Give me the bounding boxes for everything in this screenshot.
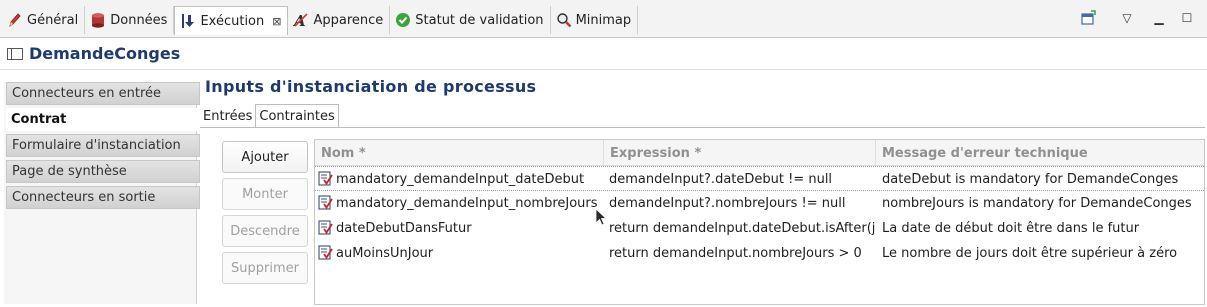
- view-menu-icon[interactable]: ▽: [1117, 8, 1137, 28]
- minimize-icon[interactable]: ▁: [1149, 8, 1169, 28]
- constraint-expression: demandeInput?.nombreJours != null: [609, 196, 846, 211]
- subtab-divider: [200, 127, 1205, 128]
- constraint-expression: demandeInput?.dateDebut != null: [609, 172, 833, 187]
- nav-item-connecteurs-sortie[interactable]: Connecteurs en sortie: [6, 186, 200, 209]
- download-arrow-icon: [180, 13, 196, 29]
- section-heading: Inputs d'instanciation de processus: [205, 77, 537, 96]
- tab-minimap[interactable]: Minimap: [551, 6, 639, 34]
- section-title-bar: DemandeConges: [0, 38, 1207, 70]
- tab-contraintes[interactable]: Contraintes: [255, 104, 339, 128]
- constraint-name: mandatory_demandeInput_dateDebut: [336, 172, 585, 187]
- constraint-name: dateDebutDansFutur: [336, 221, 472, 236]
- tab-apparence[interactable]: A Apparence: [288, 6, 391, 34]
- tab-general[interactable]: Général: [2, 6, 86, 34]
- column-header-nom[interactable]: Nom *: [315, 140, 604, 166]
- close-tab-icon[interactable]: ⊠: [272, 15, 281, 28]
- column-header-expression[interactable]: Expression *: [604, 140, 876, 166]
- mouse-cursor-icon: [595, 208, 607, 226]
- maximize-icon[interactable]: ☐: [1177, 8, 1197, 28]
- constraint-name: auMoinsUnJour: [336, 246, 434, 261]
- table-row[interactable]: dateDebutDansFutur return demandeInput.d…: [315, 216, 1204, 241]
- move-up-button[interactable]: Monter: [222, 178, 308, 210]
- database-icon: [90, 12, 106, 28]
- tab-minimap-label: Minimap: [575, 12, 632, 28]
- font-a-icon: A: [292, 12, 309, 30]
- tab-statut-validation[interactable]: Statut de validation: [390, 6, 551, 34]
- nav-item-connecteurs-entree[interactable]: Connecteurs en entrée: [6, 82, 200, 105]
- constraint-name: mandatory_demandeInput_nombreJours: [336, 196, 598, 211]
- constraint-icon: [318, 171, 333, 186]
- tab-execution[interactable]: Exécution ⊠: [174, 6, 289, 35]
- table-row[interactable]: auMoinsUnJour return demandeInput.nombre…: [315, 241, 1204, 266]
- move-down-button[interactable]: Descendre: [222, 215, 308, 247]
- column-header-message[interactable]: Message d'erreur technique: [876, 140, 1204, 166]
- left-navigation: Connecteurs en entrée Contrat Formulaire…: [4, 82, 200, 304]
- constraint-message: dateDebut is mandatory for DemandeConges: [882, 172, 1179, 187]
- delete-button[interactable]: Supprimer: [222, 252, 308, 284]
- check-circle-icon: [395, 12, 411, 28]
- constraint-message: nombreJours is mandatory for DemandeCong…: [882, 196, 1192, 211]
- constraint-icon: [318, 245, 333, 260]
- tab-donnees[interactable]: Données: [85, 6, 175, 34]
- constraint-expression: return demandeInput.nombreJours > 0: [609, 246, 862, 261]
- contract-subtabs: Entrées Contraintes: [200, 104, 339, 128]
- tab-statut-validation-label: Statut de validation: [415, 12, 544, 28]
- editor-tab-bar: Général Données Exécution ⊠ A Apparence: [0, 0, 1207, 38]
- constraints-table: Nom * Expression * Message d'erreur tech…: [314, 139, 1205, 305]
- constraint-message: La date de début doit être dans le futur: [882, 221, 1140, 236]
- tab-entrees[interactable]: Entrées: [200, 104, 255, 128]
- tab-donnees-label: Données: [110, 12, 168, 28]
- pencil-icon: [7, 12, 23, 28]
- panel-icon: [7, 48, 23, 60]
- constraint-expression: return demandeInput.dateDebut.isAfter(ja: [609, 221, 875, 236]
- nav-item-contrat[interactable]: Contrat: [6, 108, 200, 131]
- constraint-message: Le nombre de jours doit être supérieur à…: [882, 246, 1178, 261]
- table-row[interactable]: mandatory_demandeInput_dateDebut demande…: [315, 166, 1204, 191]
- add-button[interactable]: Ajouter: [222, 141, 308, 173]
- properties-tabs: Général Données Exécution ⊠ A Apparence: [2, 6, 639, 35]
- page-title: DemandeConges: [29, 44, 181, 63]
- table-row[interactable]: mandatory_demandeInput_nombreJours deman…: [315, 191, 1204, 216]
- magnifier-icon: [556, 12, 572, 28]
- constraint-icon: [318, 195, 333, 210]
- tab-general-label: Général: [27, 12, 79, 28]
- nav-item-formulaire-instanciation[interactable]: Formulaire d'instanciation: [6, 134, 200, 157]
- tab-execution-label: Exécution: [200, 13, 265, 29]
- table-header: Nom * Expression * Message d'erreur tech…: [315, 140, 1204, 166]
- nav-item-page-synthese[interactable]: Page de synthèse: [6, 160, 200, 183]
- tab-apparence-label: Apparence: [313, 12, 384, 28]
- constraint-icon: [318, 220, 333, 235]
- new-window-icon[interactable]: [1078, 8, 1098, 28]
